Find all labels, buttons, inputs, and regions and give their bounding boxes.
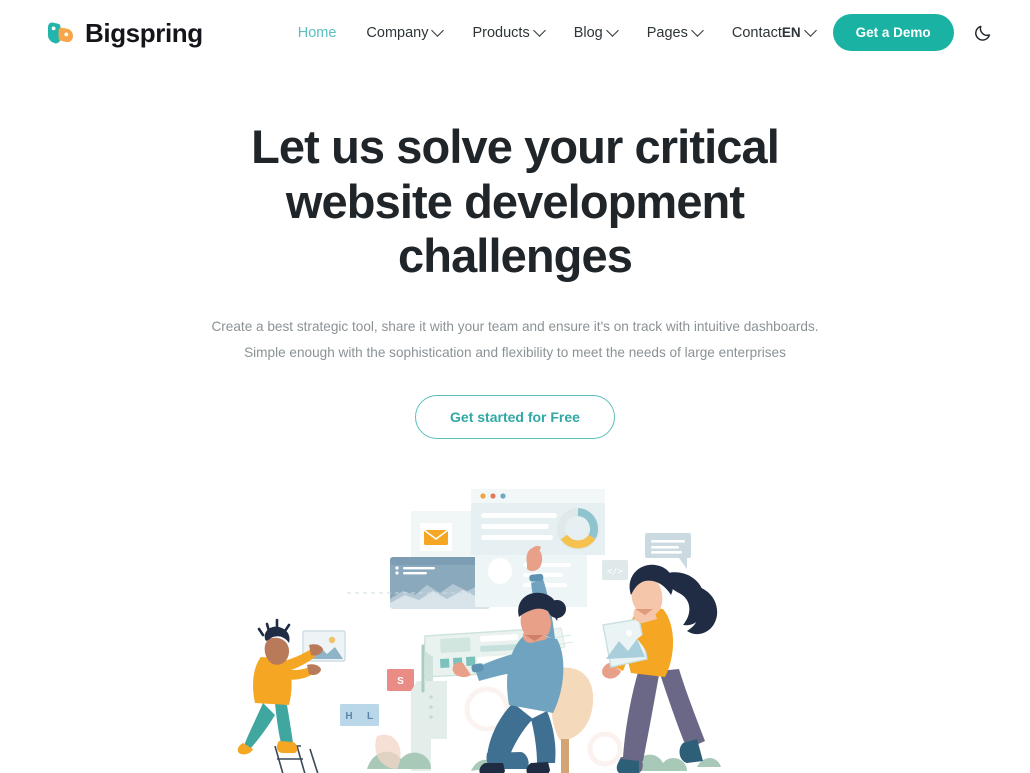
get-started-for-free-button[interactable]: Get started for Free xyxy=(415,394,615,439)
svg-text:L: L xyxy=(367,711,373,722)
hero-subtext: Create a best strategic tool, share it w… xyxy=(211,318,819,361)
nav-label: Home xyxy=(297,24,337,41)
nav-item-contact[interactable]: Contact xyxy=(732,25,782,41)
moon-icon xyxy=(974,25,993,45)
svg-text:</>: </> xyxy=(607,567,624,577)
nav-label: Blog xyxy=(573,24,603,41)
brand-name: Bigspring xyxy=(85,17,203,48)
chevron-down-icon xyxy=(605,24,619,37)
nav-label: Company xyxy=(366,24,429,41)
team-collaboration-dashboard-illustration: </> S H L xyxy=(235,481,795,773)
get-a-demo-button[interactable]: Get a Demo xyxy=(832,14,954,51)
chevron-down-icon xyxy=(803,24,817,37)
hero-section: Let us solve your critical website devel… xyxy=(0,65,1030,439)
main-navigation: Home Company Products Blog Pages Contact xyxy=(298,24,782,41)
language-selector[interactable]: EN xyxy=(781,24,817,40)
page-title: Let us solve your critical website devel… xyxy=(251,120,780,283)
svg-text:S: S xyxy=(397,676,404,687)
theme-toggle-button[interactable] xyxy=(972,21,995,44)
header-actions: EN Get a Demo xyxy=(782,14,995,51)
bigspring-leaf-logo-icon xyxy=(44,18,78,48)
nav-item-home[interactable]: Home xyxy=(298,25,337,41)
nav-label: Products xyxy=(472,24,530,41)
nav-item-blog[interactable]: Blog xyxy=(573,24,619,41)
chevron-down-icon xyxy=(532,24,546,37)
nav-item-company[interactable]: Company xyxy=(366,24,445,41)
language-label: EN xyxy=(781,25,801,40)
nav-item-products[interactable]: Products xyxy=(472,24,546,41)
brand-logo-link[interactable]: Bigspring xyxy=(44,18,203,48)
chevron-down-icon xyxy=(431,24,445,37)
svg-text:H: H xyxy=(345,711,352,722)
nav-label: Contact xyxy=(731,24,782,41)
chevron-down-icon xyxy=(691,24,704,37)
nav-label: Pages xyxy=(646,24,688,41)
nav-item-pages[interactable]: Pages xyxy=(646,24,704,41)
site-header: Bigspring Home Company Products Blog Pag… xyxy=(0,0,1030,65)
hero-illustration-wrapper: </> S H L xyxy=(0,481,1030,773)
